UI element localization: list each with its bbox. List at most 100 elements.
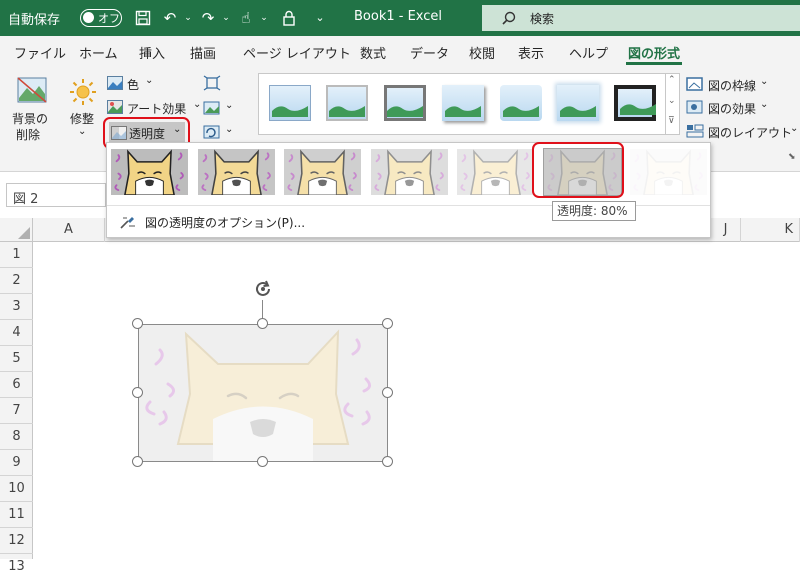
style-thumb[interactable]	[326, 85, 368, 121]
name-box[interactable]: 図 2	[6, 183, 106, 207]
tab-help[interactable]: ヘルプ	[569, 43, 608, 62]
artistic-effects-label: アート効果	[127, 102, 187, 116]
gallery-down-icon[interactable]: ⌄	[668, 96, 676, 106]
style-thumb[interactable]	[384, 85, 426, 121]
customize-qat-icon[interactable]: ⌄	[310, 7, 330, 29]
lock-icon[interactable]	[279, 7, 299, 29]
row-header[interactable]: 10	[0, 476, 33, 502]
picture-layout-button[interactable]: 図のレイアウト ⌄	[686, 123, 800, 141]
dog-thumbnail-icon	[197, 149, 275, 196]
tab-picture-format[interactable]: 図の形式	[628, 43, 680, 62]
row-headers: 1 2 3 4 5 6 7 8 9 10 11 12 13	[0, 242, 33, 574]
transparency-options-label: 図の透明度のオプション(P)...	[145, 216, 306, 230]
redo-icon[interactable]: ↷	[198, 7, 218, 29]
remove-background-icon	[17, 77, 47, 103]
tab-draw[interactable]: 描画	[190, 43, 216, 62]
resize-handle-s[interactable]	[257, 456, 268, 467]
row-header[interactable]: 11	[0, 502, 33, 528]
select-all-corner[interactable]	[0, 218, 33, 242]
row-header[interactable]: 3	[0, 294, 33, 320]
touch-dropdown-icon[interactable]: ⌄	[254, 7, 274, 29]
resize-handle-se[interactable]	[382, 456, 393, 467]
style-thumb[interactable]	[500, 85, 542, 121]
resize-handle-ne[interactable]	[382, 318, 393, 329]
dialog-launcher-icon[interactable]: ⬊	[788, 152, 796, 162]
search-box[interactable]: 検索	[482, 5, 800, 31]
change-picture-button[interactable]: ⌄	[203, 100, 235, 118]
transparency-preset-95[interactable]	[630, 149, 707, 196]
row-header[interactable]: 5	[0, 346, 33, 372]
tab-page-layout[interactable]: ページ レイアウト	[243, 43, 351, 62]
picture-selection-frame	[138, 324, 388, 462]
row-header[interactable]: 7	[0, 398, 33, 424]
layout-chevron-icon: ⌄	[790, 123, 799, 134]
style-thumb[interactable]	[614, 85, 656, 121]
row-header[interactable]: 6	[0, 372, 33, 398]
tab-data[interactable]: データ	[410, 43, 449, 62]
window-title: Book1 - Excel	[354, 9, 443, 24]
column-header-a[interactable]: A	[33, 218, 105, 242]
tab-review[interactable]: 校閲	[469, 43, 495, 62]
undo-dropdown-icon[interactable]: ⌄	[178, 7, 198, 29]
corrections-label: 修整	[70, 112, 95, 126]
row-header[interactable]: 8	[0, 424, 33, 450]
search-icon	[502, 11, 516, 25]
resize-handle-w[interactable]	[132, 387, 143, 398]
row-header[interactable]: 1	[0, 242, 33, 268]
row-header[interactable]: 2	[0, 268, 33, 294]
picture-layout-label: 図のレイアウト	[708, 126, 793, 140]
tab-formulas[interactable]: 数式	[360, 43, 386, 62]
row-header[interactable]: 12	[0, 528, 33, 554]
border-chevron-icon: ⌄	[760, 76, 769, 87]
transparency-preset-50[interactable]	[370, 149, 448, 196]
gallery-more-icon[interactable]: ⊽	[668, 116, 675, 126]
row-header[interactable]: 4	[0, 320, 33, 346]
transparency-options-icon	[120, 217, 135, 229]
picture-border-button[interactable]: 図の枠線 ⌄	[686, 76, 796, 94]
column-header-k[interactable]: K	[741, 218, 800, 242]
resize-handle-n[interactable]	[257, 318, 268, 329]
artistic-effects-button[interactable]: アート効果 ⌄	[107, 99, 203, 117]
tab-view[interactable]: 表示	[518, 43, 544, 62]
remove-background-button[interactable]: 背景の 削除	[10, 76, 54, 142]
remove-bg-label-2: 削除	[16, 128, 41, 142]
reset-chevron-icon: ⌄	[225, 124, 234, 135]
autosave-label: 自動保存	[8, 13, 61, 28]
picture-styles-gallery[interactable]	[258, 73, 666, 135]
picture-layout-icon	[686, 124, 704, 138]
touch-mode-icon[interactable]: ☝	[236, 7, 256, 29]
picture-effects-label: 図の効果	[708, 102, 757, 116]
corrections-button[interactable]: 修整 ⌄	[64, 76, 102, 137]
gallery-scroll[interactable]: ⌃ ⌄ ⊽	[666, 73, 680, 135]
resize-handle-e[interactable]	[382, 387, 393, 398]
picture-effects-button[interactable]: 図の効果 ⌄	[686, 99, 796, 117]
compress-pictures-button[interactable]	[203, 75, 225, 93]
reset-picture-button[interactable]: ⌄	[203, 124, 235, 142]
tab-file[interactable]: ファイル	[14, 43, 66, 62]
style-thumb[interactable]	[269, 85, 311, 121]
row-header[interactable]: 9	[0, 450, 33, 476]
undo-icon[interactable]: ↶	[160, 7, 180, 29]
tab-home[interactable]: ホーム	[79, 43, 118, 62]
gallery-up-icon[interactable]: ⌃	[668, 75, 676, 85]
style-thumb[interactable]	[557, 85, 599, 121]
dog-thumbnail-icon	[111, 149, 188, 196]
resize-handle-nw[interactable]	[132, 318, 143, 329]
tab-insert[interactable]: 挿入	[139, 43, 165, 62]
transparency-preset-30[interactable]	[284, 149, 361, 196]
column-header-j[interactable]: J	[711, 218, 741, 242]
transparency-preset-0[interactable]	[111, 149, 188, 196]
selected-preset-highlight-box	[532, 142, 624, 198]
color-button[interactable]: 色 ⌄	[107, 75, 163, 93]
effects-chevron-icon: ⌄	[760, 99, 769, 110]
transparency-tooltip: 透明度: 80%	[552, 201, 636, 221]
transparency-preset-65[interactable]	[457, 149, 534, 196]
row-header[interactable]: 13	[0, 554, 33, 580]
redo-dropdown-icon[interactable]: ⌄	[216, 7, 236, 29]
autosave-toggle[interactable]: オフ	[80, 9, 122, 27]
transparency-preset-15[interactable]	[197, 149, 275, 196]
save-icon[interactable]	[133, 7, 153, 29]
rotate-handle-icon[interactable]	[250, 276, 276, 302]
resize-handle-sw[interactable]	[132, 456, 143, 467]
style-thumb[interactable]	[442, 85, 484, 121]
